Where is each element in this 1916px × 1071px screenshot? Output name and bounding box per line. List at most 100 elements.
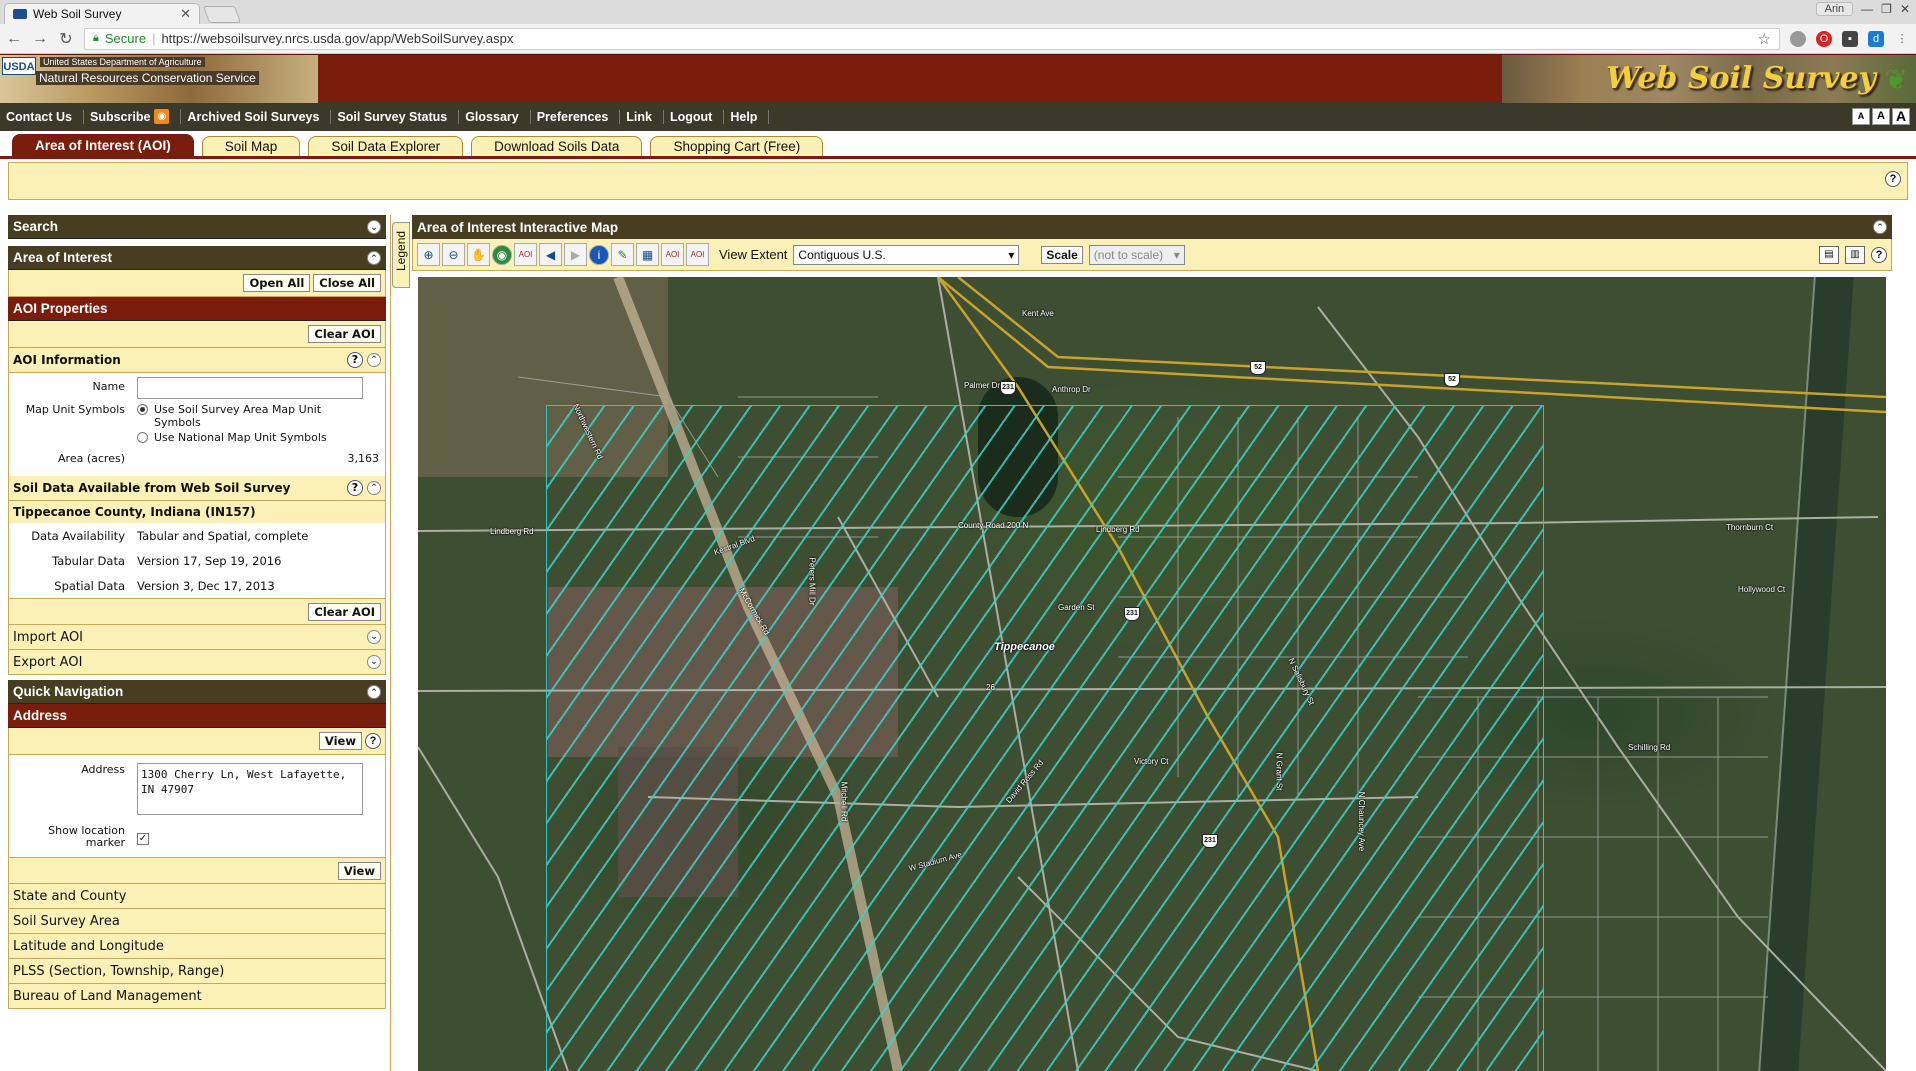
address-header[interactable]: Address <box>8 704 386 728</box>
expand-icon[interactable]: ⌄ <box>367 655 381 669</box>
nav-subscribe[interactable]: Subscribe ◉ <box>84 109 182 124</box>
font-size-medium[interactable]: A <box>1872 108 1890 125</box>
collapse-icon[interactable]: ⌃ <box>367 481 381 495</box>
view-button[interactable]: View <box>318 732 362 750</box>
name-input[interactable] <box>137 377 363 399</box>
expand-icon[interactable]: ⌄ <box>367 219 381 234</box>
full-extent-globe-icon[interactable]: ◉ <box>492 244 512 265</box>
nav-plss[interactable]: PLSS (Section, Township, Range) <box>8 959 386 984</box>
spatial-data-row: Spatial Data Version 3, Dec 17, 2013 <box>8 573 386 598</box>
nav-state-county[interactable]: State and County <box>8 884 386 909</box>
nav-contact-us[interactable]: Contact Us <box>0 109 84 124</box>
aerial-map[interactable]: Tippecanoe County Road 200 N Lindberg Rd… <box>418 277 1886 1071</box>
view-button[interactable]: View <box>337 861 381 880</box>
zoom-to-aoi-icon[interactable]: AOI <box>514 243 537 266</box>
close-all-button[interactable]: Close All <box>313 274 381 292</box>
define-aoi-rectangle-icon[interactable]: AOI <box>661 243 684 266</box>
help-icon[interactable]: ? <box>347 480 363 496</box>
nav-help[interactable]: Help <box>724 109 770 124</box>
layout-icon[interactable]: ▤ <box>1819 245 1839 264</box>
help-icon[interactable]: ? <box>365 733 381 749</box>
forward-icon[interactable]: → <box>32 30 48 48</box>
extension-dark-icon[interactable]: ▪ <box>1842 30 1858 47</box>
aoi-properties-header[interactable]: AOI Properties <box>8 297 386 321</box>
address-bar[interactable]: 🔒︎ Secure | https://websoilsurvey.nrcs.u… <box>84 27 1780 50</box>
soil-data-title: Soil Data Available from Web Soil Survey <box>13 481 291 495</box>
expand-icon[interactable]: ⌄ <box>367 630 381 644</box>
view-extent-select[interactable]: Contiguous U.S. ▾ <box>793 244 1020 265</box>
find-location-icon[interactable]: ▦ <box>636 243 659 266</box>
aoi-boundary[interactable] <box>546 405 1544 1071</box>
soil-data-header[interactable]: Soil Data Available from Web Soil Survey… <box>8 476 386 501</box>
nav-soil-survey-area[interactable]: Soil Survey Area <box>8 909 386 934</box>
import-aoi-row[interactable]: Import AOI ⌄ <box>8 625 386 650</box>
nav-preferences[interactable]: Preferences <box>531 109 621 124</box>
tab-soil-map[interactable]: Soil Map <box>201 136 301 156</box>
previous-extent-icon[interactable]: ◀ <box>539 243 562 266</box>
collapse-icon[interactable]: ⌃ <box>367 250 381 265</box>
nav-soil-survey-status[interactable]: Soil Survey Status <box>331 109 460 124</box>
nav-blm[interactable]: Bureau of Land Management <box>8 984 386 1009</box>
nav-latitude-longitude[interactable]: Latitude and Longitude <box>8 934 386 959</box>
address-textarea[interactable]: 1300 Cherry Ln, West Lafayette, IN 47907 <box>137 763 363 815</box>
nav-archived-soil-surveys[interactable]: Archived Soil Surveys <box>181 109 332 124</box>
panel-divider[interactable] <box>390 215 391 1071</box>
minimize-icon[interactable]: — <box>1861 2 1873 16</box>
identify-info-icon[interactable]: i <box>589 244 609 265</box>
radio-unselected[interactable] <box>137 432 148 443</box>
clear-aoi-button[interactable]: Clear AOI <box>308 325 381 343</box>
export-aoi-row[interactable]: Export AOI ⌄ <box>8 650 386 675</box>
quick-nav-header[interactable]: Quick Navigation ⌃ <box>8 680 386 704</box>
collapse-icon[interactable]: ⌃ <box>1873 220 1887 234</box>
extension-gray-icon[interactable] <box>1790 30 1806 47</box>
extension-blue-icon[interactable]: d <box>1868 30 1884 47</box>
layers-icon[interactable]: ▥ <box>1845 245 1865 264</box>
tab-area-of-interest[interactable]: Area of Interest (AOI) <box>12 134 194 156</box>
search-header[interactable]: Search ⌄ <box>8 215 386 239</box>
reload-icon[interactable]: ↻ <box>58 29 74 49</box>
url-text[interactable]: https://websoilsurvey.nrcs.usda.gov/app/… <box>161 31 513 46</box>
measure-icon[interactable]: ✎ <box>611 243 634 266</box>
next-extent-icon[interactable]: ▶ <box>564 243 587 266</box>
restore-icon[interactable]: ❐ <box>1881 2 1892 16</box>
help-icon[interactable]: ? <box>1885 171 1901 187</box>
open-all-button[interactable]: Open All <box>243 274 311 292</box>
zoom-out-icon[interactable]: ⊖ <box>442 243 465 266</box>
scale-select[interactable]: (not to scale) ▾ <box>1088 244 1185 265</box>
legend-tab[interactable]: Legend <box>392 222 410 288</box>
define-aoi-polygon-icon[interactable]: AOI <box>686 243 709 266</box>
collapse-icon[interactable]: ⌃ <box>367 353 381 367</box>
back-icon[interactable]: ← <box>6 30 22 48</box>
pan-hand-icon[interactable]: ✋ <box>467 243 490 266</box>
collapse-icon[interactable]: ⌃ <box>367 684 381 699</box>
usda-logo[interactable]: USDA United States Department of Agricul… <box>0 55 318 103</box>
show-marker-checkbox[interactable]: ✓ <box>137 833 149 845</box>
browser-tab[interactable]: Web Soil Survey ✕ <box>4 3 200 24</box>
nav-link[interactable]: Link <box>620 109 664 124</box>
mus-option-national[interactable]: Use National Map Unit Symbols <box>137 431 385 444</box>
bookmark-star-icon[interactable]: ☆ <box>1758 30 1771 48</box>
name-label: Name <box>92 380 125 393</box>
nav-logout[interactable]: Logout <box>664 109 725 124</box>
font-size-large[interactable]: A <box>1892 108 1910 125</box>
aoi-header[interactable]: Area of Interest ⌃ <box>8 246 386 270</box>
nav-glossary[interactable]: Glossary <box>459 109 531 124</box>
close-tab-icon[interactable]: ✕ <box>180 6 191 22</box>
font-size-small[interactable]: A <box>1852 108 1870 125</box>
mus-option-survey-area[interactable]: Use Soil Survey Area Map Unit Symbols <box>137 403 385 429</box>
scale-button[interactable]: Scale <box>1041 245 1083 264</box>
close-window-icon[interactable]: ✕ <box>1900 2 1910 16</box>
tab-download-soils-data[interactable]: Download Soils Data <box>471 136 643 156</box>
tab-soil-data-explorer[interactable]: Soil Data Explorer <box>308 136 464 156</box>
tab-shopping-cart[interactable]: Shopping Cart (Free) <box>650 136 824 156</box>
new-tab-button[interactable] <box>202 6 242 23</box>
clear-aoi-button[interactable]: Clear AOI <box>308 602 381 621</box>
help-icon[interactable]: ? <box>1871 246 1887 263</box>
profile-button[interactable]: Arin <box>1815 2 1854 16</box>
opera-icon[interactable]: O <box>1816 30 1832 47</box>
zoom-in-icon[interactable]: ⊕ <box>417 243 440 266</box>
aoi-information-header[interactable]: AOI Information ? ⌃ <box>8 348 386 373</box>
radio-selected[interactable] <box>137 404 148 415</box>
menu-icon[interactable]: ⋮ <box>1894 31 1910 47</box>
help-icon[interactable]: ? <box>347 352 363 368</box>
